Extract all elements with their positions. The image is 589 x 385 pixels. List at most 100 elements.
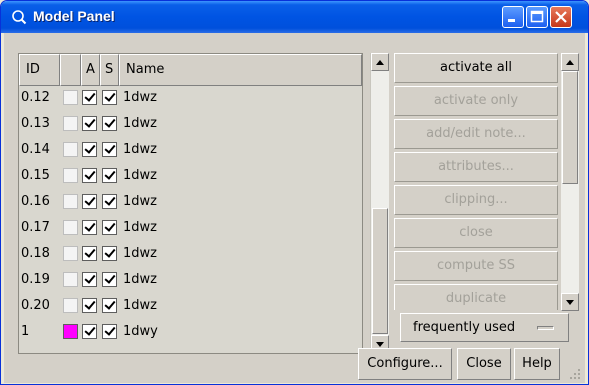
shown-checkbox[interactable] bbox=[63, 298, 78, 313]
model-name: 1dwz bbox=[123, 194, 157, 209]
select-checkbox[interactable] bbox=[102, 324, 117, 339]
active-checkbox[interactable] bbox=[82, 298, 97, 313]
active-checkbox[interactable] bbox=[82, 90, 97, 105]
maximize-button[interactable] bbox=[526, 6, 548, 28]
select-checkbox[interactable] bbox=[102, 220, 117, 235]
select-checkbox[interactable] bbox=[102, 116, 117, 131]
action-close-button[interactable]: close bbox=[394, 218, 558, 248]
shown-checkbox[interactable] bbox=[63, 90, 78, 105]
active-checkbox[interactable] bbox=[82, 142, 97, 157]
active-checkbox[interactable] bbox=[82, 324, 97, 339]
app-icon bbox=[12, 10, 27, 25]
active-checkbox[interactable] bbox=[82, 220, 97, 235]
table-scroll-thumb[interactable] bbox=[372, 208, 388, 334]
window-title: Model Panel bbox=[33, 8, 115, 24]
close-window-button[interactable] bbox=[550, 6, 572, 28]
actions-scroll-down-button[interactable] bbox=[561, 293, 579, 311]
model-name: 1dwz bbox=[123, 272, 157, 287]
action-compute-ss-button[interactable]: compute SS bbox=[394, 251, 558, 281]
maximize-icon bbox=[530, 10, 544, 23]
model-id: 0.17 bbox=[21, 220, 50, 235]
table-row[interactable]: 0.18 1dwz bbox=[19, 243, 362, 269]
table-row[interactable]: 0.20 1dwz bbox=[19, 295, 362, 321]
column-header-name[interactable]: Name bbox=[119, 54, 362, 86]
column-header-id[interactable]: ID bbox=[19, 54, 60, 86]
action-clipping-button[interactable]: clipping... bbox=[394, 185, 558, 215]
select-checkbox[interactable] bbox=[102, 142, 117, 157]
scroll-up-button[interactable] bbox=[371, 53, 389, 71]
model-id: 0.14 bbox=[21, 142, 50, 157]
model-id: 0.16 bbox=[21, 194, 50, 209]
model-panel-window: Model Panel ID A S Name 0.12 1dwz 0.13 1dwz… bbox=[0, 0, 589, 385]
arrow-up-icon bbox=[376, 60, 384, 65]
actions-scrollbar[interactable] bbox=[561, 53, 579, 311]
action-duplicate-button[interactable]: duplicate bbox=[394, 284, 558, 310]
select-checkbox[interactable] bbox=[102, 298, 117, 313]
column-header-a[interactable]: A bbox=[81, 54, 100, 86]
option-menu-indicator-icon bbox=[537, 326, 554, 330]
shown-checkbox[interactable] bbox=[63, 168, 78, 183]
model-id: 0.18 bbox=[21, 246, 50, 261]
table-row[interactable]: 1 1dwy bbox=[19, 321, 362, 347]
model-name: 1dwz bbox=[123, 90, 157, 105]
shown-checkbox[interactable] bbox=[63, 142, 78, 157]
active-checkbox[interactable] bbox=[82, 246, 97, 261]
actions-scroll-up-button[interactable] bbox=[561, 53, 579, 71]
shown-checkbox[interactable] bbox=[63, 246, 78, 261]
actions-scroll-thumb[interactable] bbox=[562, 71, 578, 184]
table-row[interactable]: 0.19 1dwz bbox=[19, 269, 362, 295]
action-buttons: activate all activate only add/edit note..… bbox=[394, 53, 558, 310]
configure-button[interactable]: Configure... bbox=[358, 348, 452, 380]
title-bar[interactable]: Model Panel bbox=[1, 1, 588, 33]
select-checkbox[interactable] bbox=[102, 168, 117, 183]
shown-checkbox[interactable] bbox=[63, 272, 78, 287]
model-name: 1dwz bbox=[123, 246, 157, 261]
active-checkbox[interactable] bbox=[82, 168, 97, 183]
arrow-down-icon bbox=[566, 300, 574, 305]
shown-checkbox[interactable] bbox=[63, 194, 78, 209]
dropdown-selected-value: frequently used bbox=[413, 320, 516, 335]
arrow-up-icon bbox=[566, 60, 574, 65]
select-checkbox[interactable] bbox=[102, 90, 117, 105]
select-checkbox[interactable] bbox=[102, 194, 117, 209]
model-name: 1dwy bbox=[123, 324, 158, 339]
model-id: 1 bbox=[21, 324, 30, 339]
model-table: ID A S Name 0.12 1dwz 0.13 1dwz 0.14 1dwz 0.15… bbox=[18, 53, 363, 354]
close-icon bbox=[555, 11, 567, 23]
model-id: 0.12 bbox=[21, 90, 50, 105]
model-name: 1dwz bbox=[123, 220, 157, 235]
close-button[interactable]: Close bbox=[457, 348, 511, 380]
model-id: 0.13 bbox=[21, 116, 50, 131]
shown-checkbox[interactable] bbox=[63, 220, 78, 235]
table-scrollbar[interactable] bbox=[370, 53, 389, 353]
active-checkbox[interactable] bbox=[82, 272, 97, 287]
active-checkbox[interactable] bbox=[82, 116, 97, 131]
table-row[interactable]: 0.16 1dwz bbox=[19, 191, 362, 217]
resize-grip-icon[interactable] bbox=[568, 367, 582, 381]
select-checkbox[interactable] bbox=[102, 246, 117, 261]
shown-checkbox[interactable] bbox=[63, 324, 78, 339]
model-name: 1dwz bbox=[123, 116, 157, 131]
table-header: ID A S Name bbox=[19, 54, 362, 86]
action-activate-all-button[interactable]: activate all bbox=[394, 53, 558, 83]
model-name: 1dwz bbox=[123, 168, 157, 183]
action-filter-dropdown[interactable]: frequently used bbox=[400, 313, 569, 342]
action-activate-only-button[interactable]: activate only bbox=[394, 86, 558, 116]
table-row[interactable]: 0.12 1dwz bbox=[19, 87, 362, 113]
column-header-shown[interactable] bbox=[60, 54, 81, 86]
active-checkbox[interactable] bbox=[82, 194, 97, 209]
select-checkbox[interactable] bbox=[102, 272, 117, 287]
model-id: 0.15 bbox=[21, 168, 50, 183]
arrow-down-icon bbox=[376, 342, 384, 347]
action-attributes-button[interactable]: attributes... bbox=[394, 152, 558, 182]
table-row[interactable]: 0.13 1dwz bbox=[19, 113, 362, 139]
help-button[interactable]: Help bbox=[514, 348, 560, 380]
minimize-button[interactable] bbox=[502, 6, 524, 28]
shown-checkbox[interactable] bbox=[63, 116, 78, 131]
table-row[interactable]: 0.15 1dwz bbox=[19, 165, 362, 191]
column-header-s[interactable]: S bbox=[100, 54, 119, 86]
table-row[interactable]: 0.14 1dwz bbox=[19, 139, 362, 165]
action-add-edit-note-button[interactable]: add/edit note... bbox=[394, 119, 558, 149]
table-row[interactable]: 0.17 1dwz bbox=[19, 217, 362, 243]
model-id: 0.19 bbox=[21, 272, 50, 287]
